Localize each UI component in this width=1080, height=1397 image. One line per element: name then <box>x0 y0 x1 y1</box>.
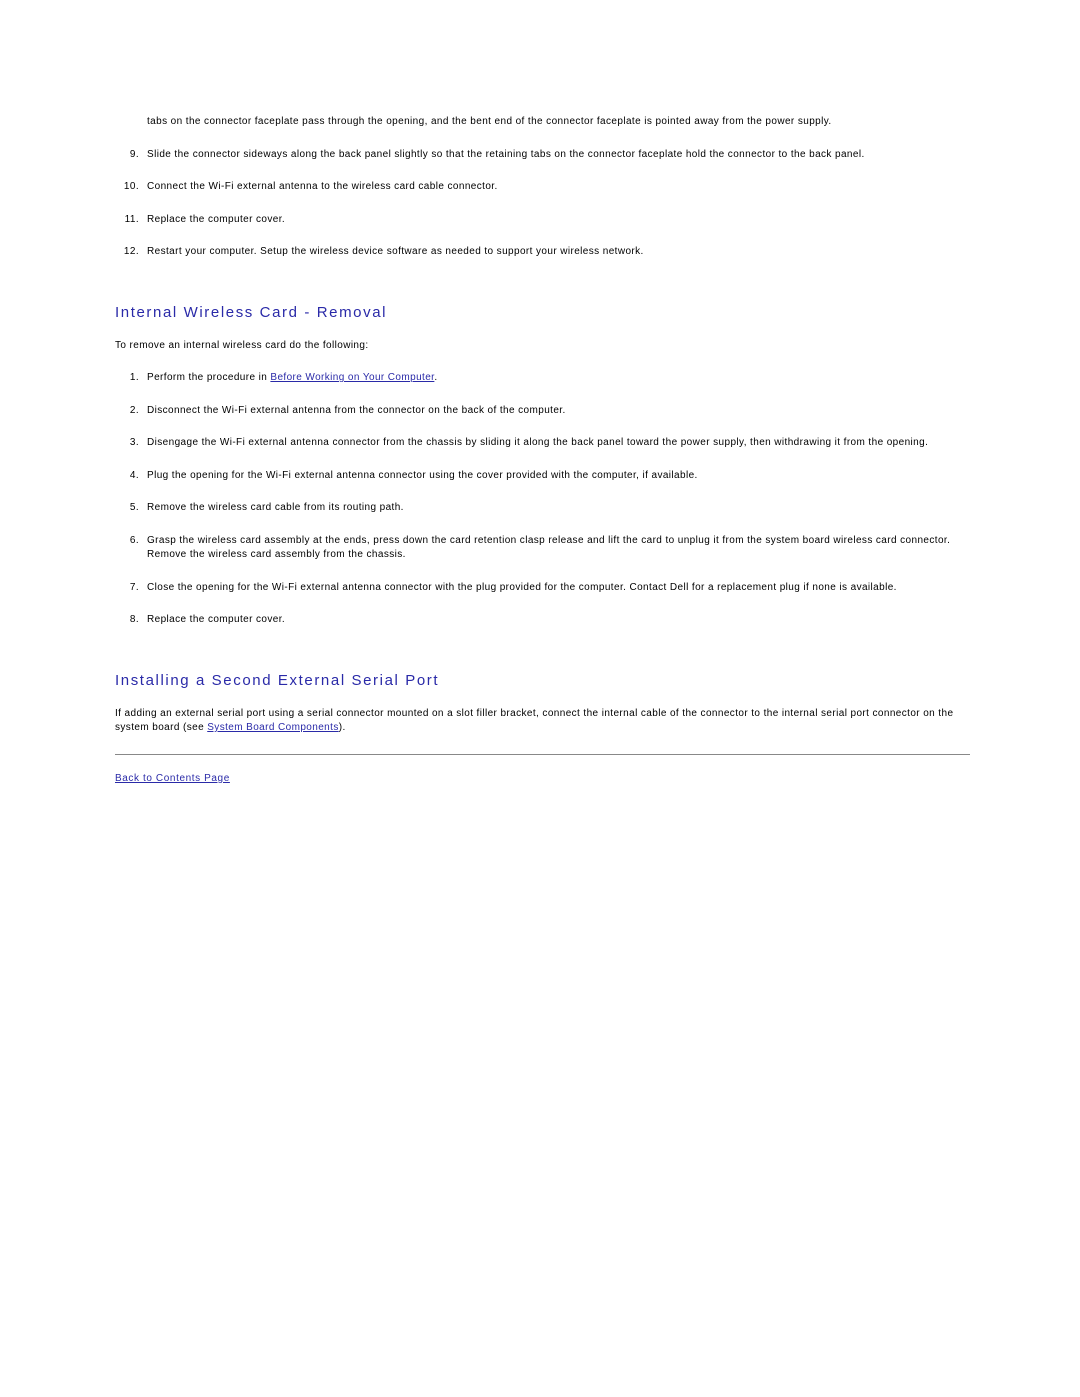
list-number: 11. <box>115 213 139 228</box>
list-number: 5. <box>115 501 139 516</box>
list-item: 8. Replace the computer cover. <box>115 613 970 628</box>
list-text: Slide the connector sideways along the b… <box>147 148 970 163</box>
link-before-working[interactable]: Before Working on Your Computer <box>270 372 434 383</box>
list-item: 12. Restart your computer. Setup the wir… <box>115 245 970 260</box>
list-item: 6. Grasp the wireless card assembly at t… <box>115 534 970 563</box>
list-text: Replace the computer cover. <box>147 213 970 228</box>
list-text: Remove the wireless card cable from its … <box>147 501 970 516</box>
list-text: Close the opening for the Wi-Fi external… <box>147 581 970 596</box>
list-number: 4. <box>115 469 139 484</box>
document-page: tabs on the connector faceplate pass thr… <box>0 0 1080 824</box>
list-item: 2. Disconnect the Wi-Fi external antenna… <box>115 404 970 419</box>
text-prefix: Perform the procedure in <box>147 372 270 383</box>
list-text: Restart your computer. Setup the wireles… <box>147 245 970 260</box>
list-item: 4. Plug the opening for the Wi-Fi extern… <box>115 469 970 484</box>
link-system-board-components[interactable]: System Board Components <box>207 722 338 733</box>
install-steps-continued: tabs on the connector faceplate pass thr… <box>115 115 970 260</box>
list-item: tabs on the connector faceplate pass thr… <box>115 115 970 130</box>
list-number: 8. <box>115 613 139 628</box>
list-text: Disconnect the Wi-Fi external antenna fr… <box>147 404 970 419</box>
list-number: 10. <box>115 180 139 195</box>
back-to-contents-link[interactable]: Back to Contents Page <box>115 773 230 784</box>
intro-text: To remove an internal wireless card do t… <box>115 339 970 354</box>
list-item: 7. Close the opening for the Wi-Fi exter… <box>115 581 970 596</box>
list-item: 11. Replace the computer cover. <box>115 213 970 228</box>
list-number: 9. <box>115 148 139 163</box>
list-item: 5. Remove the wireless card cable from i… <box>115 501 970 516</box>
list-number: 7. <box>115 581 139 596</box>
divider <box>115 754 970 755</box>
list-number: 1. <box>115 371 139 386</box>
removal-steps: 1. Perform the procedure in Before Worki… <box>115 371 970 628</box>
list-item: 1. Perform the procedure in Before Worki… <box>115 371 970 386</box>
serial-port-paragraph: If adding an external serial port using … <box>115 707 970 736</box>
heading-serial-port: Installing a Second External Serial Port <box>115 672 970 689</box>
list-item: 3. Disengage the Wi-Fi external antenna … <box>115 436 970 451</box>
list-text: Disengage the Wi-Fi external antenna con… <box>147 436 970 451</box>
list-number <box>115 115 139 130</box>
list-text: Connect the Wi-Fi external antenna to th… <box>147 180 970 195</box>
list-item: 10. Connect the Wi-Fi external antenna t… <box>115 180 970 195</box>
heading-removal: Internal Wireless Card - Removal <box>115 304 970 321</box>
list-number: 12. <box>115 245 139 260</box>
list-item: 9. Slide the connector sideways along th… <box>115 148 970 163</box>
list-text: Perform the procedure in Before Working … <box>147 371 970 386</box>
list-text: Plug the opening for the Wi-Fi external … <box>147 469 970 484</box>
list-number: 6. <box>115 534 139 563</box>
text-suffix: . <box>434 372 437 383</box>
list-number: 3. <box>115 436 139 451</box>
list-number: 2. <box>115 404 139 419</box>
text-suffix: ). <box>339 722 346 733</box>
list-text: tabs on the connector faceplate pass thr… <box>147 115 970 130</box>
list-text: Replace the computer cover. <box>147 613 970 628</box>
list-text: Grasp the wireless card assembly at the … <box>147 534 970 563</box>
